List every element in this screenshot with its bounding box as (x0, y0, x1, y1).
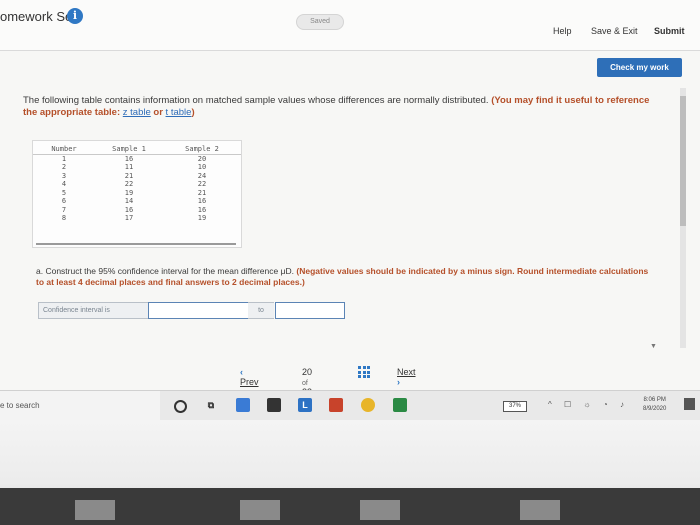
table-row: 8 17 19 (33, 214, 241, 223)
taskbar-search[interactable]: e to search (0, 391, 160, 421)
cell-sample-1: 21 (124, 171, 134, 180)
cell-number: 4 (61, 180, 67, 188)
question-text: The following table contains information… (23, 95, 653, 119)
homework-app: omework Set i Saved Help Save & Exit Sub… (0, 0, 700, 420)
cortana-icon[interactable] (174, 400, 187, 413)
table-row: 3 21 24 (33, 172, 241, 181)
table-row: 4 22 22 (33, 180, 241, 189)
battery-indicator[interactable]: 37% (503, 401, 527, 412)
cell-sample-2: 16 (197, 197, 207, 205)
chrome-app-icon[interactable] (361, 398, 375, 412)
table-header-row: Number Sample 1 Sample 2 (33, 145, 241, 155)
cell-sample-2: 19 (197, 214, 207, 222)
clock-time: 8:06 PM (643, 397, 666, 403)
top-bar: omework Set i Saved Help Save & Exit Sub… (0, 0, 700, 51)
header-sample-1: Sample 1 (95, 145, 163, 155)
confidence-interval-label: Confidence interval is (38, 302, 152, 319)
matched-sample-table: Number Sample 1 Sample 2 1 16 20 2 11 10 3 21… (32, 140, 242, 248)
keyboard-key (360, 500, 400, 520)
prev-label: Prev (240, 377, 259, 387)
cell-sample-2: 10 (197, 163, 207, 171)
cell-sample-2: 22 (197, 180, 207, 188)
ci-to-label: to (248, 302, 274, 319)
cell-sample-2: 24 (197, 171, 207, 180)
table-row: 7 16 16 (33, 206, 241, 215)
keyboard-key (240, 500, 280, 520)
z-table-link[interactable]: z table (123, 107, 151, 118)
next-label: Next (397, 367, 416, 377)
taskbar-clock[interactable]: 8:06 PM 8/9/2020 (643, 396, 666, 414)
table-row: 5 19 21 (33, 189, 241, 198)
ci-upper-input[interactable] (275, 302, 345, 319)
cell-number: 8 (61, 214, 67, 222)
prev-button[interactable]: ‹ Prev (240, 367, 259, 387)
table-row: 6 14 16 (33, 197, 241, 206)
scroll-down-arrow-icon[interactable]: ▼ (650, 343, 657, 350)
hint-suffix: ) (191, 107, 195, 118)
windows-taskbar: e to search ⧉ L 37% ^ ☐ ☼ ◔ ♪ 8:06 PM 8/… (0, 390, 700, 421)
cell-number: 5 (61, 188, 67, 197)
keyboard-key (75, 500, 115, 520)
header-sample-2: Sample 2 (163, 145, 241, 155)
homework-set-title: omework Set (0, 9, 76, 24)
info-icon[interactable]: i (67, 8, 83, 24)
cell-sample-1: 17 (124, 214, 134, 222)
keyboard-key (520, 500, 560, 520)
cell-sample-1: 14 (124, 197, 134, 205)
part-a-prompt: a. Construct the 95% confidence interval… (36, 266, 656, 288)
saved-status: Saved (296, 14, 344, 30)
scrollbar-thumb[interactable] (680, 96, 686, 226)
cell-sample-1: 11 (124, 163, 134, 171)
cell-sample-2: 20 (197, 154, 207, 163)
cell-sample-1: 16 (124, 154, 134, 163)
table-row: 1 16 20 (33, 154, 241, 163)
mail-app-icon[interactable] (236, 398, 250, 412)
task-view-icon[interactable]: ⧉ (204, 398, 218, 412)
question-grid-icon[interactable] (358, 366, 370, 378)
hint-or: or (153, 107, 163, 118)
cell-sample-2: 16 (197, 205, 207, 214)
table-row: 2 11 10 (33, 163, 241, 172)
check-my-work-button[interactable]: Check my work (597, 58, 682, 77)
of-label: of (302, 380, 308, 387)
store-app-icon[interactable] (267, 398, 281, 412)
powerpoint-app-icon[interactable] (329, 398, 343, 412)
help-link[interactable]: Help (553, 26, 572, 36)
lync-app-icon[interactable]: L (298, 398, 312, 412)
cell-number: 6 (61, 197, 67, 205)
chevron-left-icon: ‹ (240, 367, 243, 377)
table-bottom-rule (36, 243, 236, 245)
cell-sample-2: 21 (197, 188, 207, 197)
notification-icon[interactable] (684, 398, 695, 410)
cell-sample-1: 19 (124, 188, 134, 197)
part-a-text: a. Construct the 95% confidence interval… (36, 266, 294, 276)
cell-number: 7 (61, 205, 67, 214)
question-body: The following table contains information… (23, 95, 489, 106)
cell-number: 3 (61, 171, 67, 180)
cell-sample-1: 22 (124, 180, 134, 188)
excel-app-icon[interactable] (393, 398, 407, 412)
cell-number: 1 (61, 154, 67, 163)
submit-link[interactable]: Submit (654, 26, 685, 36)
next-button[interactable]: Next › (397, 367, 416, 387)
t-table-link[interactable]: t table (166, 107, 192, 118)
save-exit-link[interactable]: Save & Exit (591, 26, 638, 36)
cell-sample-1: 16 (124, 205, 134, 214)
header-number: Number (33, 145, 95, 155)
clock-date: 8/9/2020 (643, 406, 667, 412)
chevron-right-icon: › (397, 377, 400, 387)
scrollbar[interactable] (680, 88, 686, 348)
cell-number: 2 (61, 163, 67, 171)
ci-lower-input[interactable] (148, 302, 252, 319)
current-page: 20 (302, 367, 313, 377)
system-tray-icons[interactable]: ^ ☐ ☼ ◔ ♪ (548, 400, 629, 409)
